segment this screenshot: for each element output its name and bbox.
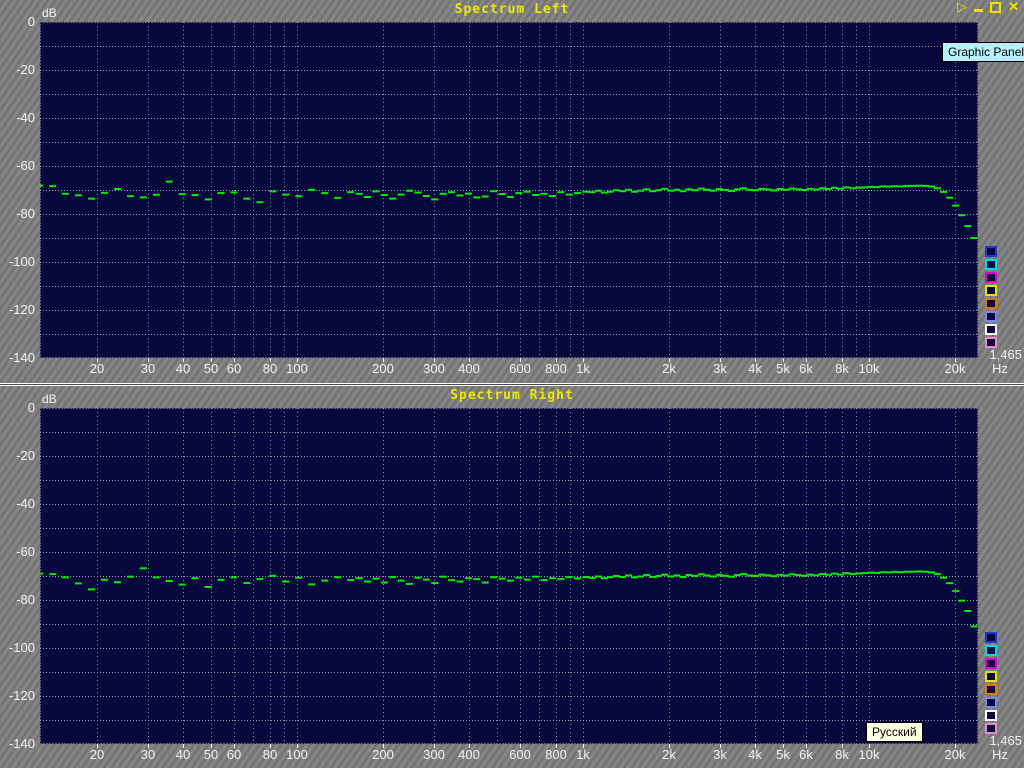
x-axis-label: 200	[364, 361, 402, 376]
x-axis-label: 20k	[936, 361, 974, 376]
y-axis-label: -20	[0, 62, 35, 77]
y-axis-unit-label: dB	[42, 6, 57, 20]
y-axis-label: 0	[0, 400, 35, 415]
russian-tooltip: Русский	[866, 722, 923, 742]
x-axis-label: 30	[129, 361, 167, 376]
spectrum-trace-svg	[40, 22, 978, 358]
x-axis-unit-label: Hz	[992, 747, 1008, 762]
x-axis-label: 600	[501, 747, 539, 762]
spectrum-trace-svg	[40, 408, 978, 744]
spectrum-left-panel: Spectrum Left dB 0 -20 -40 -60 -80 -100 -120 -1…	[0, 0, 1024, 384]
y-axis-label: -140	[0, 350, 35, 365]
x-axis-label: 30	[129, 747, 167, 762]
x-axis-label: 1k	[564, 361, 602, 376]
x-axis-label: 60	[215, 361, 253, 376]
x-axis-label: 20	[78, 747, 116, 762]
panel-title: Spectrum Right	[0, 388, 1024, 403]
legend-swatch[interactable]	[985, 324, 997, 335]
y-axis-label: -120	[0, 688, 35, 703]
y-axis-label: 0	[0, 14, 35, 29]
x-axis-label: 600	[501, 361, 539, 376]
spectrum-analyzer-window: Spectrum Left dB 0 -20 -40 -60 -80 -100 -120 -1…	[0, 0, 1024, 768]
y-axis-label: -60	[0, 544, 35, 559]
legend-swatch[interactable]	[985, 285, 997, 296]
play-icon[interactable]: ▷	[957, 1, 967, 13]
y-axis-label: -100	[0, 640, 35, 655]
y-axis-unit-label: dB	[42, 392, 57, 406]
legend-swatch[interactable]	[985, 710, 997, 721]
x-axis-label: 2k	[650, 747, 688, 762]
legend-swatch[interactable]	[985, 311, 997, 322]
close-icon[interactable]: ✕	[1008, 1, 1019, 13]
legend-swatch[interactable]	[985, 632, 997, 643]
y-axis-label: -100	[0, 254, 35, 269]
graphic-panel-tooltip: Graphic Panel	[942, 42, 1024, 62]
x-axis-label: 2k	[650, 361, 688, 376]
legend-swatch[interactable]	[985, 671, 997, 682]
x-axis-label: 400	[450, 747, 488, 762]
x-axis-label: 3k	[701, 361, 739, 376]
spectrum-right-panel: Spectrum Right dB 0 -20 -40 -60 -80 -100 -120 -…	[0, 386, 1024, 770]
x-axis-label: 3k	[701, 747, 739, 762]
x-axis-label: 6k	[787, 361, 825, 376]
legend-swatch[interactable]	[985, 246, 997, 257]
y-axis-label: -60	[0, 158, 35, 173]
legend-swatch[interactable]	[985, 272, 997, 283]
legend-swatch[interactable]	[985, 697, 997, 708]
y-axis-label: -20	[0, 448, 35, 463]
frequency-readout: 1,465	[980, 347, 1022, 362]
maximize-icon[interactable]	[990, 2, 1001, 13]
y-axis-label: -40	[0, 110, 35, 125]
x-axis-label: 20k	[936, 747, 974, 762]
y-axis-label: -80	[0, 592, 35, 607]
spectrum-plot[interactable]	[40, 408, 978, 744]
y-axis-label: -120	[0, 302, 35, 317]
x-axis-label: 100	[278, 361, 316, 376]
legend-swatch[interactable]	[985, 645, 997, 656]
x-axis-label: 10k	[850, 747, 888, 762]
legend-swatch[interactable]	[985, 684, 997, 695]
x-axis-label: 6k	[787, 747, 825, 762]
y-axis-label: -140	[0, 736, 35, 751]
x-axis-unit-label: Hz	[992, 361, 1008, 376]
spectrum-plot[interactable]	[40, 22, 978, 358]
x-axis-label: 100	[278, 747, 316, 762]
x-axis-label: 400	[450, 361, 488, 376]
panel-title: Spectrum Left	[0, 2, 1024, 17]
legend-swatch[interactable]	[985, 298, 997, 309]
legend-color-column	[985, 246, 997, 348]
y-axis-label: -40	[0, 496, 35, 511]
window-controls: ▷ ✕	[957, 1, 1019, 13]
x-axis-label: 10k	[850, 361, 888, 376]
minimize-icon[interactable]	[974, 9, 983, 12]
legend-color-column	[985, 632, 997, 734]
y-axis-label: -80	[0, 206, 35, 221]
frequency-readout: 1,465	[980, 733, 1022, 748]
x-axis-label: 300	[415, 747, 453, 762]
x-axis-label: 1k	[564, 747, 602, 762]
x-axis-label: 60	[215, 747, 253, 762]
legend-swatch[interactable]	[985, 259, 997, 270]
x-axis-label: 20	[78, 361, 116, 376]
x-axis-label: 300	[415, 361, 453, 376]
legend-swatch[interactable]	[985, 658, 997, 669]
x-axis-label: 200	[364, 747, 402, 762]
